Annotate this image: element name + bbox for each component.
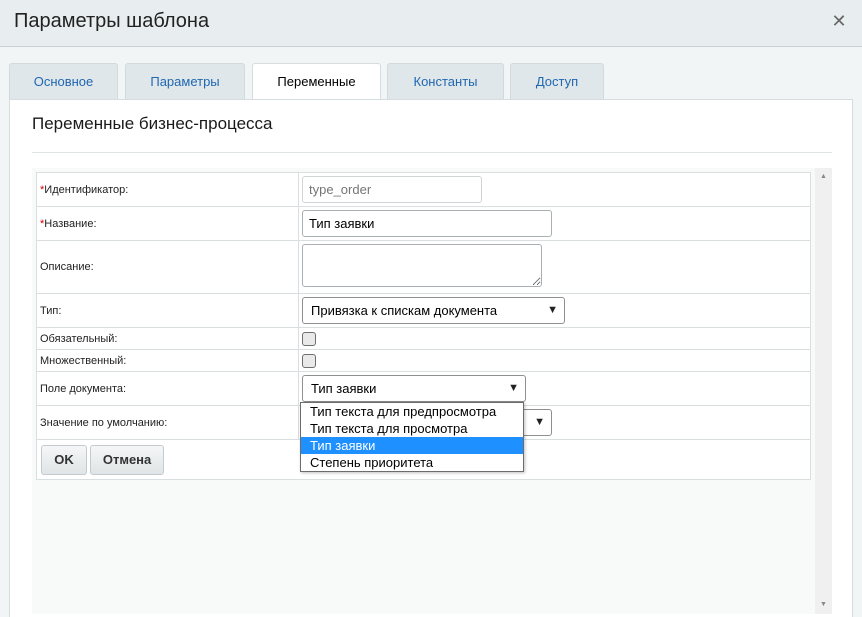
scroll-down-icon[interactable]: ▼ — [815, 598, 832, 612]
description-label: Описание: — [36, 240, 299, 294]
identifier-label: *Идентификатор: — [36, 172, 299, 207]
name-input[interactable] — [302, 210, 552, 237]
name-label: *Название: — [36, 206, 299, 241]
tab-main[interactable]: Основное — [9, 63, 118, 100]
default-value-label: Значение по умолчанию: — [36, 405, 299, 440]
document-field-select[interactable]: Тип заявки ▼ — [302, 375, 526, 402]
type-label: Тип: — [36, 293, 299, 328]
document-field-label: Поле документа: — [36, 371, 299, 406]
chevron-down-icon: ▼ — [534, 416, 545, 428]
form-row-required: Обязательный: — [36, 327, 811, 350]
form-row-type: Тип: Привязка к спискам документа ▼ — [36, 293, 811, 328]
ok-button[interactable]: OK — [41, 444, 87, 475]
variable-form-area: *Идентификатор: *Название: Описание: Тип… — [32, 168, 815, 614]
multiple-label: Множественный: — [36, 349, 299, 372]
document-field-select-value: Тип заявки — [311, 381, 377, 396]
scrollbar[interactable]: ▲ ▼ — [815, 168, 832, 614]
identifier-input[interactable] — [302, 176, 482, 203]
close-icon[interactable]: ✕ — [830, 12, 848, 30]
option-preview-text-type[interactable]: Тип текста для предпросмотра — [301, 403, 523, 420]
panel-title: Переменные бизнес-процесса — [32, 114, 273, 133]
option-view-text-type[interactable]: Тип текста для просмотра — [301, 420, 523, 437]
tab-access[interactable]: Доступ — [510, 63, 604, 100]
divider — [32, 152, 832, 153]
chevron-down-icon: ▼ — [547, 304, 558, 316]
tab-constants[interactable]: Константы — [387, 63, 504, 100]
required-checkbox[interactable] — [302, 331, 316, 346]
option-request-type[interactable]: Тип заявки — [301, 437, 523, 454]
form-row-identifier: *Идентификатор: — [36, 172, 811, 207]
type-select-value: Привязка к спискам документа — [311, 303, 498, 318]
type-select[interactable]: Привязка к спискам документа ▼ — [302, 297, 565, 324]
dialog-titlebar: Параметры шаблона ✕ — [0, 0, 862, 47]
scroll-up-icon[interactable]: ▲ — [815, 170, 832, 184]
option-priority[interactable]: Степень приоритета — [301, 454, 523, 471]
dialog-title: Параметры шаблона — [14, 10, 210, 32]
tab-variables[interactable]: Переменные — [252, 63, 381, 101]
tab-panel: Переменные бизнес-процесса *Идентификато… — [9, 99, 853, 617]
chevron-down-icon: ▼ — [508, 382, 519, 394]
form-row-document-field: Поле документа: Тип заявки ▼ — [36, 371, 811, 406]
document-field-options: Тип текста для предпросмотра Тип текста … — [300, 402, 524, 472]
form-row-multiple: Множественный: — [36, 349, 811, 372]
tab-parameters[interactable]: Параметры — [125, 63, 245, 100]
description-textarea[interactable] — [302, 244, 542, 287]
required-label: Обязательный: — [36, 327, 299, 350]
cancel-button[interactable]: Отмена — [90, 444, 165, 475]
dialog-body: Основное Параметры Переменные Константы … — [0, 47, 862, 617]
form-row-description: Описание: — [36, 240, 811, 294]
form-row-name: *Название: — [36, 206, 811, 241]
multiple-checkbox[interactable] — [302, 353, 316, 368]
